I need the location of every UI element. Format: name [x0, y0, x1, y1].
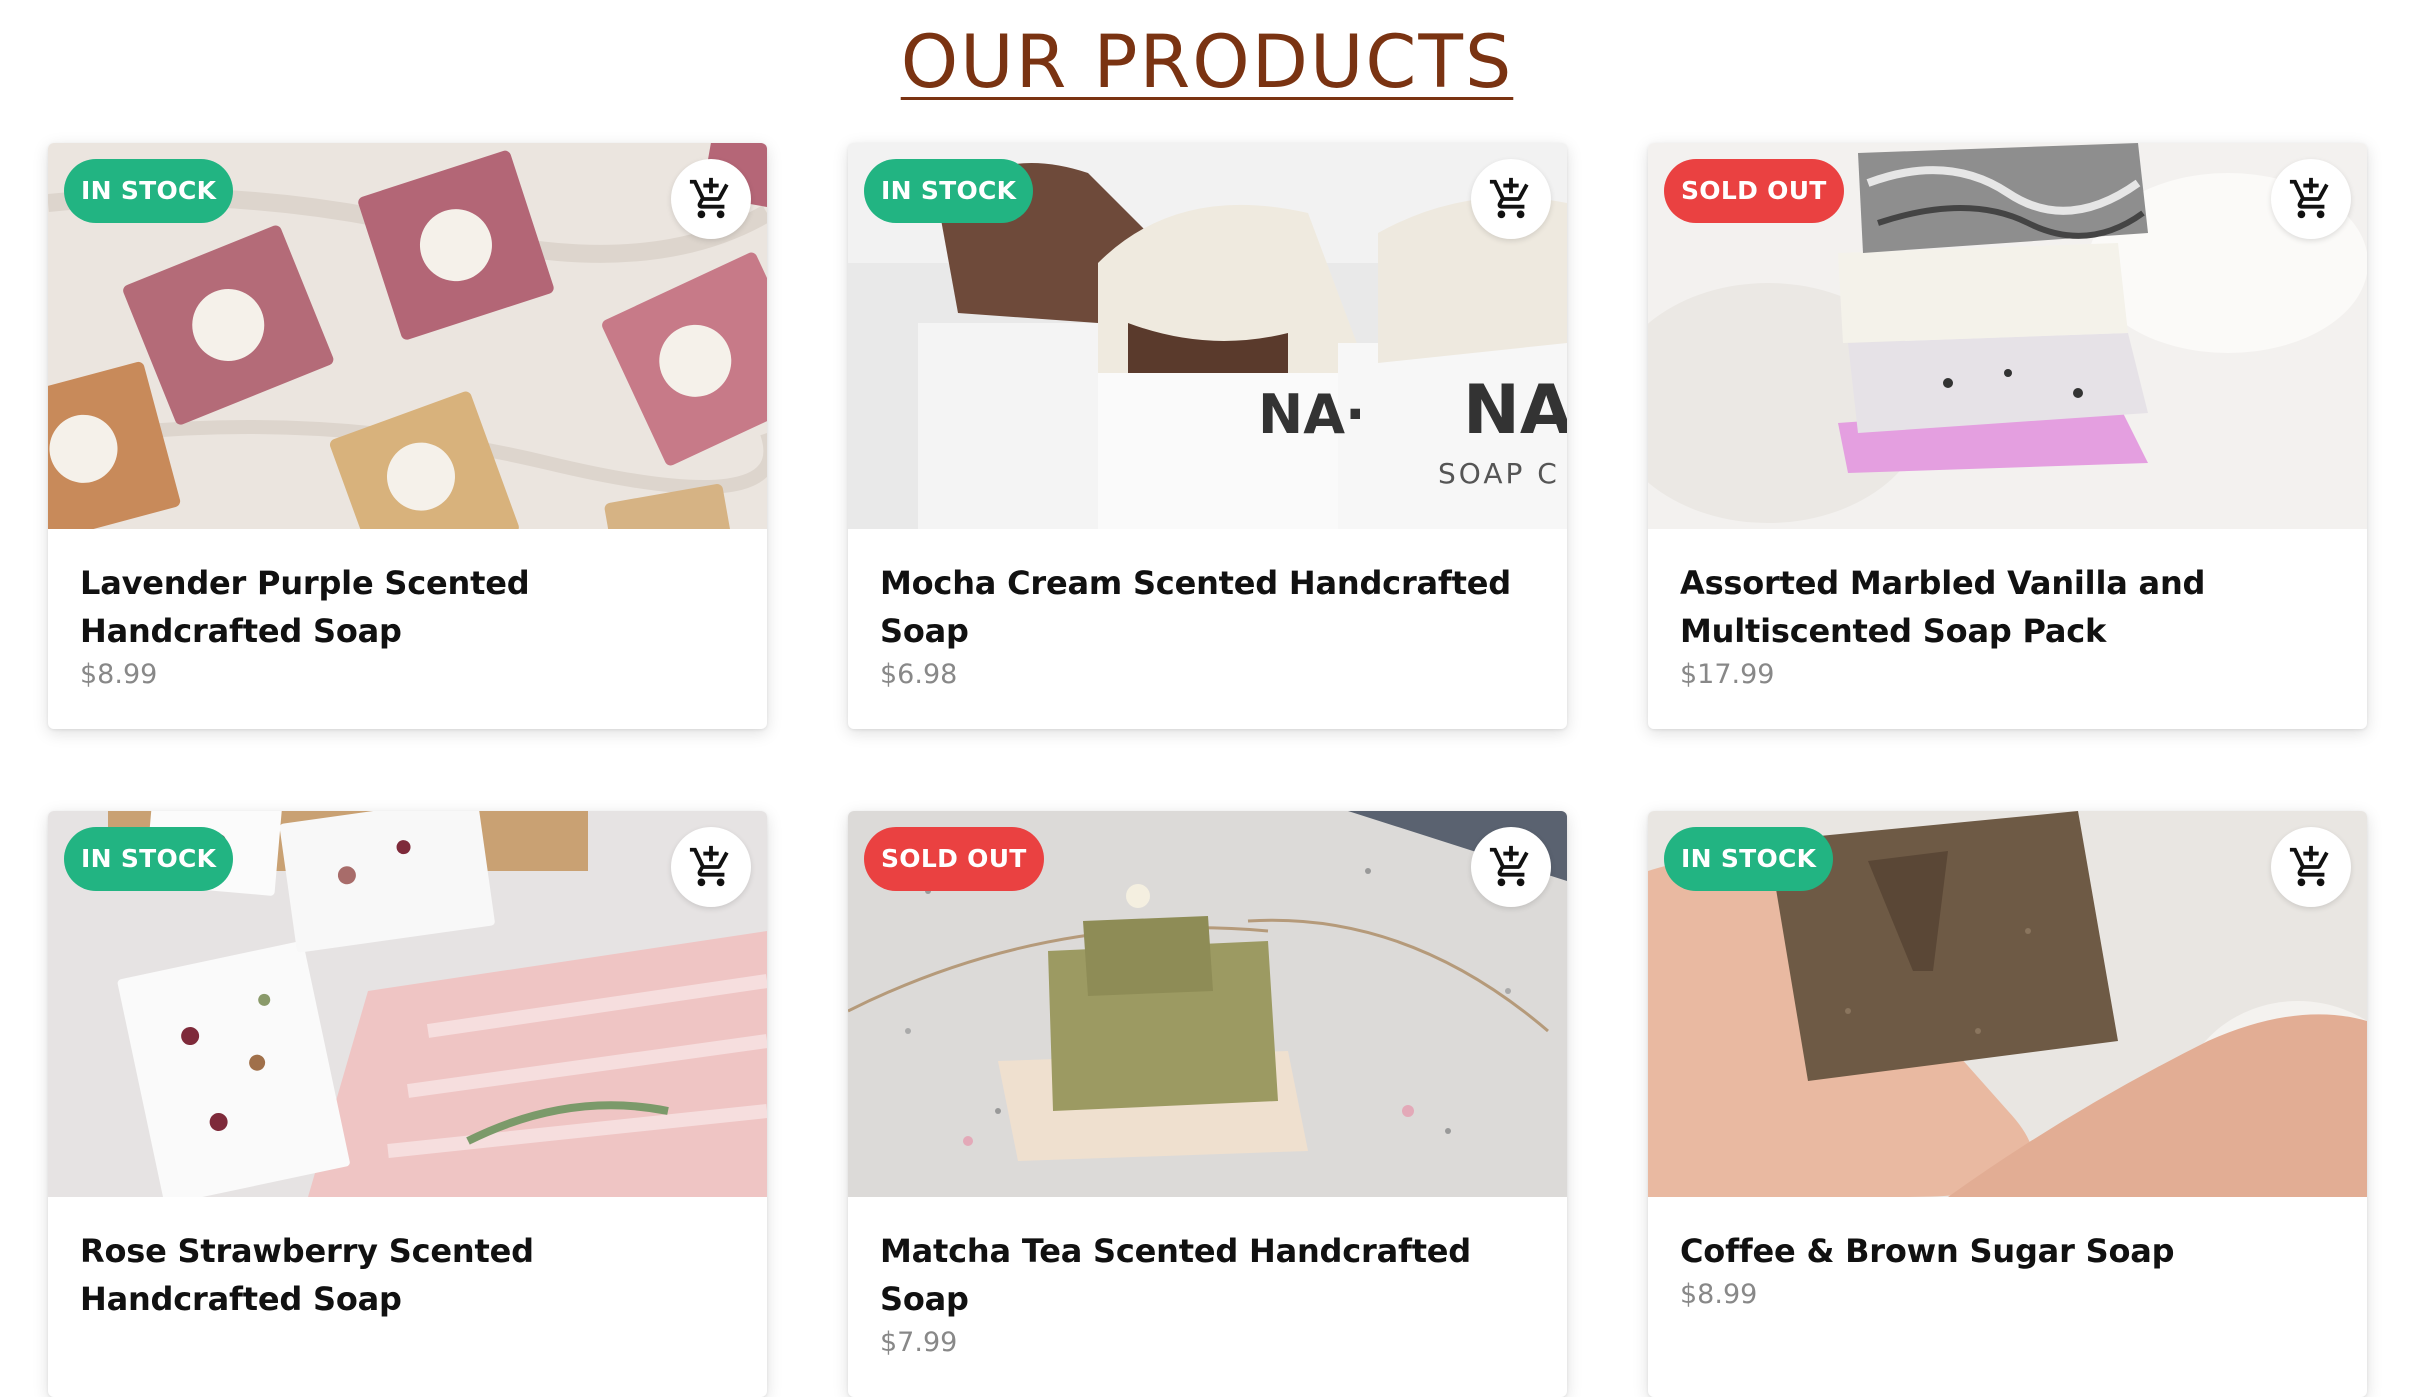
product-card[interactable]: SOLD OUT Matcha Tea Scented Handcrafted …	[848, 811, 1567, 1397]
product-name[interactable]: Matcha Tea Scented Handcrafted Soap	[880, 1227, 1535, 1323]
svg-text:NA·: NA·	[1258, 383, 1366, 446]
product-info: Rose Strawberry Scented Handcrafted Soap	[48, 1197, 767, 1323]
add-to-cart-button[interactable]	[671, 159, 751, 239]
add-shopping-cart-icon	[2289, 177, 2329, 219]
product-card[interactable]: IN STOCK Coffee & Brown Sugar Soap $8.99	[1648, 811, 2367, 1397]
product-info: Lavender Purple Scented Handcrafted Soap…	[48, 529, 767, 695]
page-title-text: OUR PRODUCTS	[900, 20, 1514, 105]
product-grid: IN STOCK Lavender Purple Scented Handcra…	[48, 143, 2367, 1397]
product-image[interactable]: NA· NA SOAP C IN STOCK	[848, 143, 1567, 529]
product-info: Matcha Tea Scented Handcrafted Soap $7.9…	[848, 1197, 1567, 1363]
product-price: $7.99	[880, 1327, 958, 1358]
product-name[interactable]: Lavender Purple Scented Handcrafted Soap	[80, 559, 735, 655]
add-to-cart-button[interactable]	[2271, 827, 2351, 907]
add-shopping-cart-icon	[2289, 845, 2329, 887]
stock-status-badge: IN STOCK	[1664, 827, 1834, 891]
add-shopping-cart-icon	[689, 845, 729, 887]
product-price: $17.99	[1680, 659, 1775, 690]
add-shopping-cart-icon	[689, 177, 729, 219]
product-card[interactable]: SOLD OUT Assorted Marbled Vanilla and Mu…	[1648, 143, 2367, 729]
product-info: Mocha Cream Scented Handcrafted Soap $6.…	[848, 529, 1567, 695]
product-image[interactable]: SOLD OUT	[1648, 143, 2367, 529]
stock-status-badge: IN STOCK	[864, 159, 1034, 223]
stock-status-badge: IN STOCK	[64, 827, 234, 891]
add-to-cart-button[interactable]	[1471, 827, 1551, 907]
stock-status-badge: SOLD OUT	[1664, 159, 1844, 223]
product-info: Assorted Marbled Vanilla and Multiscente…	[1648, 529, 2367, 695]
svg-text:SOAP C: SOAP C	[1438, 457, 1560, 490]
product-price: $8.99	[1680, 1279, 1758, 1310]
svg-text:NA: NA	[1463, 371, 1567, 450]
product-card[interactable]: IN STOCK Rose Strawberry Scented Handcra…	[48, 811, 767, 1397]
product-price: $6.98	[880, 659, 958, 690]
add-shopping-cart-icon	[1489, 845, 1529, 887]
product-card[interactable]: IN STOCK Lavender Purple Scented Handcra…	[48, 143, 767, 729]
product-image[interactable]: IN STOCK	[48, 143, 767, 529]
product-name[interactable]: Assorted Marbled Vanilla and Multiscente…	[1680, 559, 2335, 655]
product-info: Coffee & Brown Sugar Soap $8.99	[1648, 1197, 2367, 1315]
stock-status-badge: SOLD OUT	[864, 827, 1044, 891]
add-shopping-cart-icon	[1489, 177, 1529, 219]
product-image[interactable]: IN STOCK	[1648, 811, 2367, 1197]
product-card[interactable]: NA· NA SOAP C IN STOCK Mocha Cream Scent…	[848, 143, 1567, 729]
stock-status-badge: IN STOCK	[64, 159, 234, 223]
add-to-cart-button[interactable]	[1471, 159, 1551, 239]
product-image[interactable]: SOLD OUT	[848, 811, 1567, 1197]
product-name[interactable]: Coffee & Brown Sugar Soap	[1680, 1227, 2335, 1275]
product-name[interactable]: Mocha Cream Scented Handcrafted Soap	[880, 559, 1535, 655]
page-title: OUR PRODUCTS	[0, 18, 2414, 108]
product-name[interactable]: Rose Strawberry Scented Handcrafted Soap	[80, 1227, 735, 1323]
product-price: $8.99	[80, 659, 158, 690]
add-to-cart-button[interactable]	[671, 827, 751, 907]
add-to-cart-button[interactable]	[2271, 159, 2351, 239]
product-image[interactable]: IN STOCK	[48, 811, 767, 1197]
